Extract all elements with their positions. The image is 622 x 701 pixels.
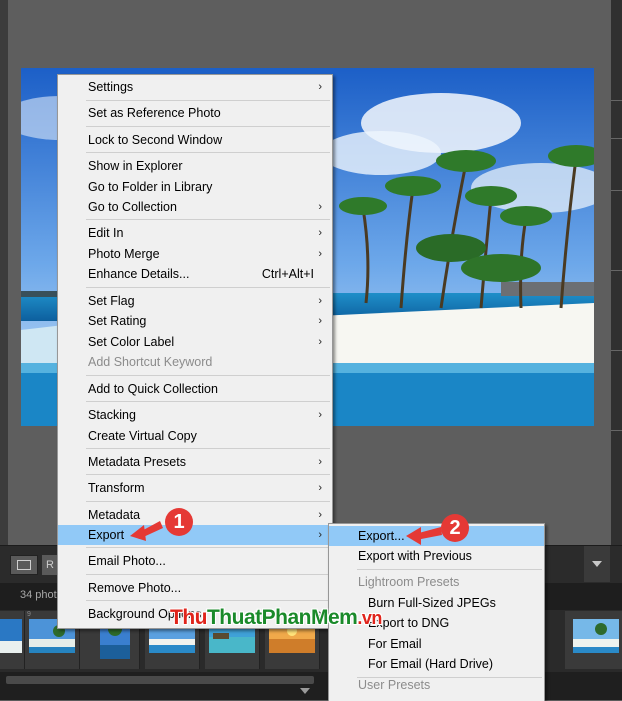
submenu-arrow-icon: › (318, 81, 322, 93)
submenu-item-export-with-previous[interactable]: Export with Previous (329, 546, 544, 566)
menu-item-create-virtual-copy[interactable]: Create Virtual Copy (58, 426, 332, 446)
shortcut-text: Ctrl+Alt+I (261, 267, 314, 281)
menu-item-email-photo[interactable]: Email Photo... (58, 551, 332, 571)
submenu-arrow-icon: › (318, 295, 322, 307)
context-menu: Settings › Set as Reference Photo Lock to… (57, 74, 333, 629)
menu-item-photo-merge[interactable]: Photo Merge › (58, 244, 332, 264)
submenu-heading-lightroom-presets: Lightroom Presets (358, 575, 460, 589)
submenu-heading-user-presets: User Presets (358, 678, 431, 692)
menu-item-set-as-reference-photo[interactable]: Set as Reference Photo (58, 103, 332, 123)
callout-step-1: 1 (165, 508, 193, 536)
menu-item-go-to-folder-in-library[interactable]: Go to Folder in Library (58, 177, 332, 197)
menu-item-go-to-collection[interactable]: Go to Collection › (58, 197, 332, 217)
menu-item-transform[interactable]: Transform › (58, 478, 332, 498)
toolbar-button[interactable]: R (42, 555, 58, 575)
menu-item-export[interactable]: Export › (58, 525, 332, 545)
submenu-item-export[interactable]: Export... (329, 526, 544, 546)
callout-step-2: 2 (441, 514, 469, 542)
menu-item-add-to-quick-collection[interactable]: Add to Quick Collection (58, 379, 332, 399)
menu-item-set-color-label[interactable]: Set Color Label › (58, 332, 332, 352)
filmstrip-thumbnail[interactable] (0, 611, 25, 669)
submenu-arrow-icon: › (318, 482, 322, 494)
scroll-down-arrow-icon[interactable] (300, 688, 310, 694)
menu-item-metadata-presets[interactable]: Metadata Presets › (58, 452, 332, 472)
submenu-arrow-icon: › (318, 227, 322, 239)
menu-item-edit-in[interactable]: Edit In › (58, 223, 332, 243)
filmstrip-thumbnail[interactable] (565, 611, 622, 669)
submenu-arrow-icon: › (318, 248, 322, 260)
watermark-logo: ThuThuatPhanMem.vn (170, 606, 382, 629)
submenu-arrow-icon: › (318, 336, 322, 348)
menu-item-show-in-explorer[interactable]: Show in Explorer (58, 156, 332, 176)
menu-item-remove-photo[interactable]: Remove Photo... (58, 578, 332, 598)
submenu-item-for-email[interactable]: For Email (329, 634, 544, 654)
right-panel-edge[interactable] (611, 0, 622, 545)
submenu-arrow-icon: › (318, 509, 322, 521)
submenu-arrow-icon: › (318, 529, 322, 541)
menu-item-add-shortcut-keyword: Add Shortcut Keyword (88, 355, 213, 369)
submenu-arrow-icon: › (318, 456, 322, 468)
menu-item-stacking[interactable]: Stacking › (58, 405, 332, 425)
menu-item-lock-to-second-window[interactable]: Lock to Second Window (58, 130, 332, 150)
submenu-arrow-icon: › (318, 201, 322, 213)
menu-item-set-rating[interactable]: Set Rating › (58, 311, 332, 331)
loupe-view-icon[interactable] (10, 555, 38, 575)
menu-item-metadata[interactable]: Metadata › (58, 505, 332, 525)
submenu-item-for-email-hard-drive[interactable]: For Email (Hard Drive) (329, 654, 544, 674)
submenu-arrow-icon: › (318, 409, 322, 421)
filmstrip-scrollbar[interactable] (6, 676, 314, 684)
left-panel-edge (0, 0, 8, 545)
menu-item-set-flag[interactable]: Set Flag › (58, 291, 332, 311)
submenu-arrow-icon: › (318, 315, 322, 327)
menu-item-enhance-details[interactable]: Enhance Details... Ctrl+Alt+I (58, 264, 332, 284)
toolbar-dropdown-arrow-icon[interactable] (584, 546, 610, 582)
menu-item-settings[interactable]: Settings › (58, 77, 332, 97)
